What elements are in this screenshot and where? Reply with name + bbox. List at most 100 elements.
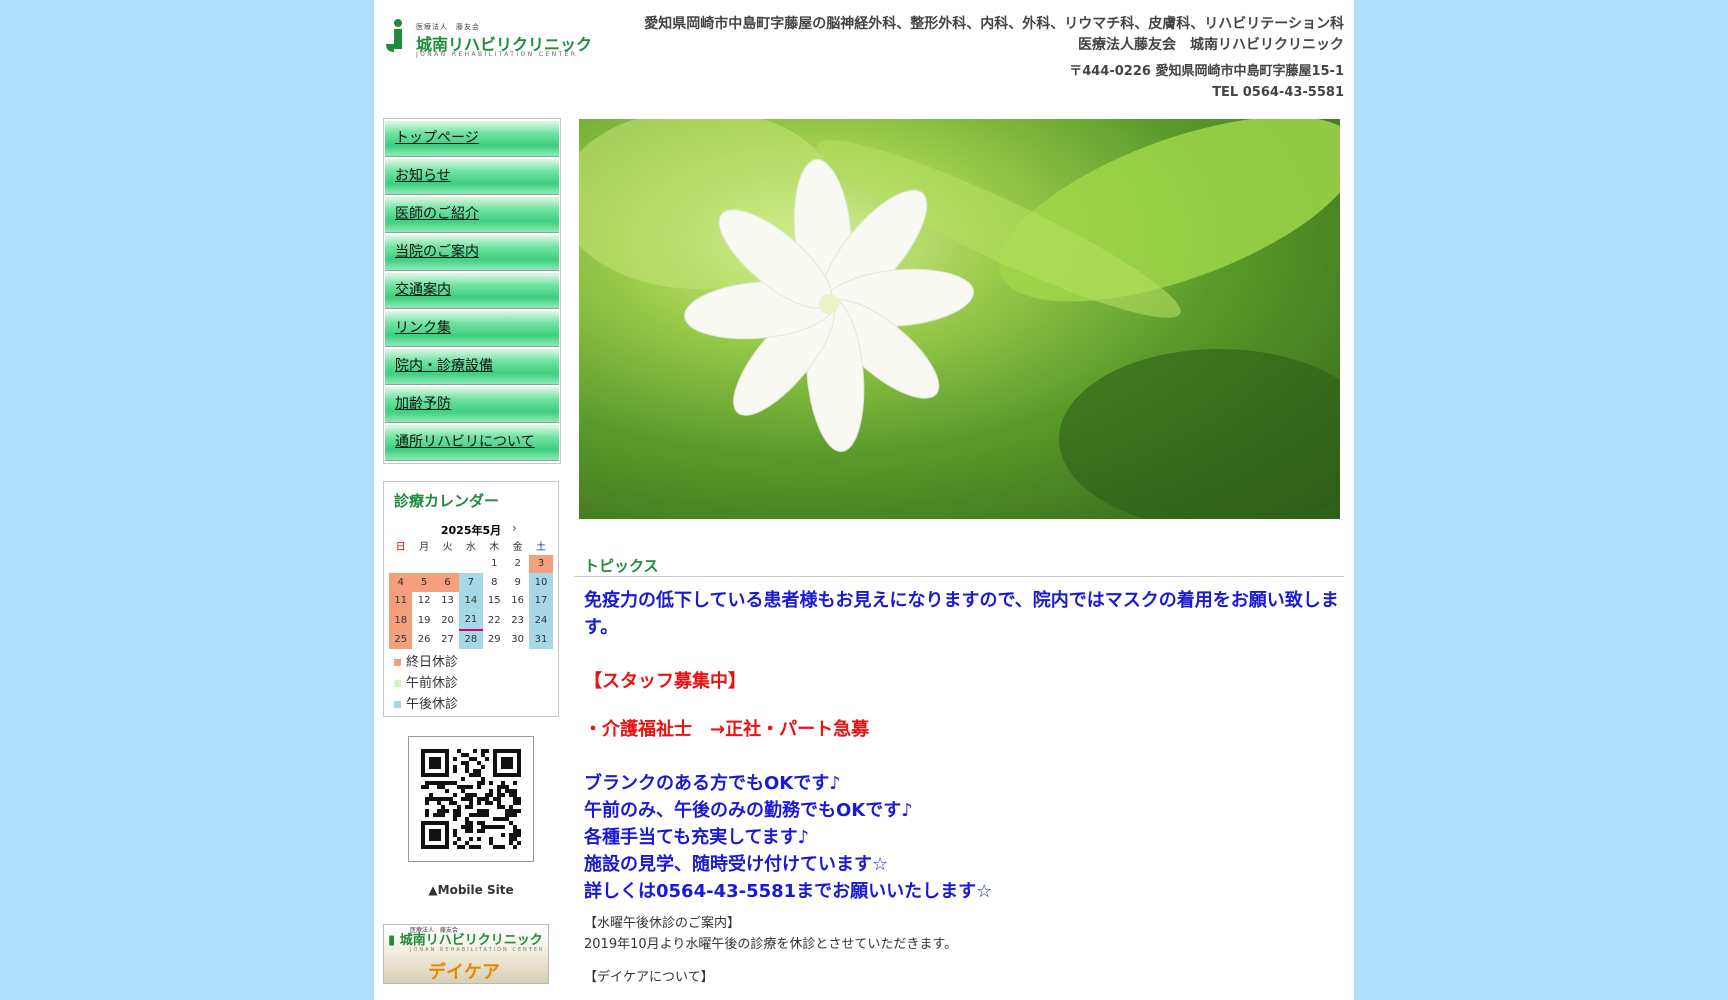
header-contact: 〒444-0226 愛知県岡崎市中島町字藤屋15-1 TEL 0564-43-5…	[1069, 61, 1344, 103]
calendar-day: 20	[441, 614, 454, 626]
weekday-sat: 土	[536, 541, 547, 553]
weekday-fri: 金	[512, 541, 523, 553]
topics-content: 免疫力の低下している患者様もお見えになりますので、院内ではマスクの着用をお願い致…	[584, 587, 1344, 988]
recruit-line: ブランクのある方でもOKです♪	[584, 773, 841, 794]
recruit-line: 詳しくは0564-43-5581までお願いいたします☆	[584, 881, 993, 902]
calendar-day: 29	[487, 634, 501, 646]
nav-item-doctors[interactable]: 医師のご紹介	[385, 197, 559, 233]
calendar-week: 25 26 27 28 29 30 31	[389, 630, 553, 649]
clinic-calendar: 診療カレンダー 2025年5月 › 日 月 火 水 木 金 土 1 2 3 4 …	[383, 481, 559, 717]
daycare-banner[interactable]: 医療法人 藤友会 ▮ 城南リハビリクリニック JONAN REHABILITAT…	[383, 924, 549, 984]
calendar-weekday-row: 日 月 火 水 木 金 土	[389, 536, 553, 555]
legend-swatch	[394, 680, 401, 687]
calendar-day: 27	[441, 634, 454, 646]
nav-item-top[interactable]: トップページ	[385, 121, 559, 157]
weekday-wed: 水	[465, 541, 476, 553]
legend-morning: 午前休診	[394, 672, 458, 691]
nav-link[interactable]: トップページ	[395, 130, 479, 146]
calendar-day: 30	[511, 634, 525, 646]
legend-swatch	[394, 659, 401, 666]
calendar-week: 4 5 6 7 8 9 10	[389, 573, 553, 592]
nav-item-links[interactable]: リンク集	[385, 311, 559, 347]
wednesday-notice-text: 2019年10月より水曜午後の診療を休診とさせていただきます。	[584, 937, 958, 952]
nav-item-daycare[interactable]: 通所リハビリについて	[385, 425, 559, 461]
recruit-line: 各種手当ても充実してます♪	[584, 827, 810, 848]
calendar-day: 31	[529, 630, 553, 649]
weekday-tue: 火	[442, 541, 453, 553]
topics-header: トピックス	[574, 552, 1344, 577]
calendar-day	[459, 555, 482, 574]
calendar-day: 3	[529, 554, 553, 573]
calendar-week: 11 12 13 14 15 16 17	[389, 591, 553, 610]
logo-mark-icon	[386, 19, 402, 52]
topics-heading: トピックス	[584, 557, 659, 575]
calendar-day: 23	[511, 614, 525, 626]
banner-name: 城南リハビリクリニック	[399, 933, 543, 948]
nav-link[interactable]: お知らせ	[395, 168, 451, 184]
calendar-day: 9	[514, 576, 521, 588]
mobile-qr-code	[408, 736, 534, 862]
mobile-site-link[interactable]: ▲Mobile Site	[374, 883, 568, 897]
header-description: 愛知県岡崎市中島町字藤屋の脳神経外科、整形外科、内科、外科、リウマチ科、皮膚科、…	[644, 14, 1344, 56]
weekday-sun: 日	[395, 541, 406, 553]
nav-item-antiaging[interactable]: 加齢予防	[385, 387, 559, 423]
calendar-day: 11	[389, 591, 413, 610]
legend-afternoon: 午後休診	[394, 693, 458, 712]
legend-swatch	[394, 701, 401, 708]
banner-logo-name: ▮ 城南リハビリクリニック	[388, 929, 543, 948]
weekday-mon: 月	[419, 541, 430, 553]
recruit-line: 施設の見学、随時受け付けています☆	[584, 854, 889, 875]
nav-item-guide[interactable]: 当院のご案内	[385, 235, 559, 271]
calendar-day: 24	[529, 610, 553, 631]
header-tel: TEL 0564-43-5581	[1212, 85, 1344, 100]
legend-full-day: 終日休診	[394, 651, 458, 670]
calendar-day: 19	[417, 614, 431, 626]
calendar-grid: 日 月 火 水 木 金 土 1 2 3 4 5 6 7 8 9 10 11 12…	[389, 536, 553, 649]
header-address: 〒444-0226 愛知県岡崎市中島町字藤屋15-1	[1069, 64, 1344, 79]
nav-link[interactable]: 通所リハビリについて	[395, 434, 535, 450]
calendar-day: 8	[491, 576, 498, 588]
page: 医療法人 藤友会 城南リハビリクリニック JONAN REHABILITATIO…	[374, 0, 1354, 1000]
calendar-day: 14	[459, 591, 483, 610]
nav-link[interactable]: 加齢予防	[395, 396, 451, 412]
calendar-day: 22	[487, 614, 501, 626]
nav-link[interactable]: 交通案内	[395, 282, 451, 298]
header-specialties: 愛知県岡崎市中島町字藤屋の脳神経外科、整形外科、内科、外科、リウマチ科、皮膚科、…	[644, 16, 1344, 32]
banner-daycare-label: デイケア	[428, 962, 500, 983]
wednesday-notice-title: 【水曜午後休診のご案内】	[584, 916, 741, 931]
nav-item-news[interactable]: お知らせ	[385, 159, 559, 195]
weekday-thu: 木	[489, 541, 500, 553]
qr-code-icon	[421, 749, 521, 849]
calendar-week: 18 19 20 21 22 23 24	[389, 610, 553, 631]
nav-link[interactable]: リンク集	[395, 320, 451, 336]
jasmine-flower-image	[579, 119, 1340, 519]
calendar-day: 2	[514, 558, 521, 570]
calendar-day: 12	[417, 595, 431, 607]
banner-english: JONAN REHABILITATION CENTER	[410, 947, 545, 953]
calendar-day: 26	[417, 634, 431, 646]
nav-link[interactable]: 医師のご紹介	[395, 206, 479, 222]
legend-label: 終日休診	[406, 655, 459, 670]
calendar-day: 17	[529, 591, 553, 610]
recruit-title: 【スタッフ募集中】	[584, 671, 746, 692]
calendar-day: 13	[441, 595, 454, 607]
banner-logo-mark-icon: ▮	[388, 933, 396, 948]
calendar-day: 6	[435, 573, 460, 592]
logo-english: JONAN REHABILITATION CENTER	[416, 51, 578, 58]
daycare-notice-title: 【デイケアについて】	[584, 970, 714, 985]
calendar-next-icon[interactable]: ›	[512, 521, 517, 535]
nav-item-access[interactable]: 交通案内	[385, 273, 559, 309]
calendar-week: 1 2 3	[389, 554, 553, 574]
nav-link[interactable]: 院内・診療設備	[395, 358, 493, 374]
recruit-job: ・介護福祉士 →正社・パート急募	[584, 719, 870, 740]
calendar-day: 1	[491, 558, 498, 570]
calendar-day	[412, 555, 435, 574]
clinic-logo[interactable]: 医療法人 藤友会 城南リハビリクリニック JONAN REHABILITATIO…	[384, 18, 592, 60]
legend-label: 午後休診	[406, 697, 459, 712]
calendar-day: 18	[389, 610, 413, 631]
nav-link[interactable]: 当院のご案内	[395, 244, 479, 260]
calendar-day: 4	[389, 573, 413, 592]
mask-notice: 免疫力の低下している患者様もお見えになりますので、院内ではマスクの着用をお願い致…	[584, 590, 1339, 638]
nav-item-facilities[interactable]: 院内・診療設備	[385, 349, 559, 385]
calendar-day: 15	[487, 595, 501, 607]
